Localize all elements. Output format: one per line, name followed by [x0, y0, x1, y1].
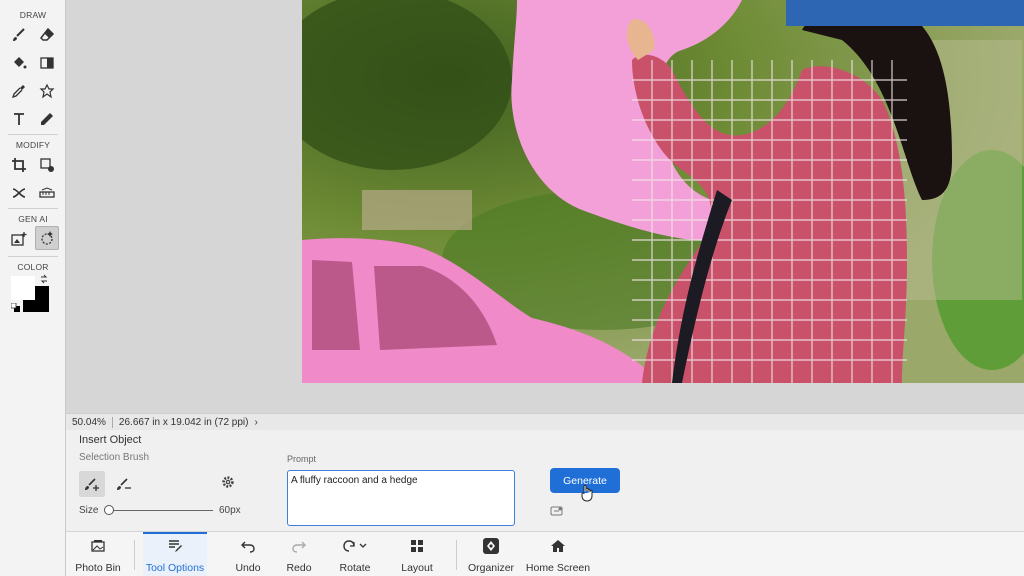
brush-plus-icon: [85, 478, 99, 491]
eraser-tool[interactable]: [35, 23, 59, 47]
prompt-label: Prompt: [287, 454, 317, 464]
tool-options-label: Tool Options: [145, 562, 205, 574]
divider: [8, 208, 58, 209]
crop-tool[interactable]: [7, 153, 31, 177]
photo-content: [302, 0, 1024, 383]
tools-panel: DRAW MODIFY GEN AI COLOR: [0, 0, 66, 413]
recompose-icon: [40, 158, 54, 172]
tool-options-button[interactable]: Tool Options: [143, 532, 207, 576]
hand-cursor-icon: [581, 484, 593, 502]
rotate-icon: [343, 540, 367, 552]
undo-icon: [241, 541, 255, 553]
organizer-label: Organizer: [467, 562, 515, 574]
size-label: Size: [79, 505, 99, 516]
toolbox-footer: [0, 413, 66, 576]
insert-object-tool[interactable]: [35, 226, 59, 250]
organizer-button[interactable]: Organizer: [464, 532, 518, 576]
brush-icon: [13, 28, 25, 41]
gear-icon: [222, 476, 234, 488]
default-colors-icon[interactable]: [11, 303, 20, 312]
crop-icon: [12, 158, 26, 172]
photo-bin-label: Photo Bin: [75, 562, 121, 574]
section-color-label: COLOR: [17, 262, 49, 272]
gradient-icon: [40, 57, 54, 69]
brush-tool[interactable]: [7, 23, 31, 47]
undo-button[interactable]: Undo: [224, 532, 272, 576]
move-arrows-icon: [12, 188, 26, 198]
credits-badge-icon: [550, 506, 563, 516]
photo-bin-icon: [91, 540, 105, 552]
foreground-color-swatch[interactable]: [11, 276, 35, 300]
redo-icon: [292, 541, 306, 553]
eyedropper-icon: [11, 85, 25, 99]
custom-shape-tool[interactable]: [35, 79, 59, 103]
status-bar: 50.04% 26.667 in x 19.042 in (72 ppi) ›: [66, 413, 1024, 430]
pencil-tool[interactable]: [35, 107, 59, 131]
pencil-icon: [41, 113, 53, 125]
gradient-tool[interactable]: [35, 51, 59, 75]
content-aware-move-tool[interactable]: [7, 181, 31, 205]
selection-brush-label: Selection Brush: [79, 452, 150, 463]
lasso-sparkle-icon: [41, 231, 53, 245]
straighten-tool[interactable]: [35, 181, 59, 205]
photo-bin-button[interactable]: Photo Bin: [66, 532, 130, 576]
section-draw-label: DRAW: [19, 10, 47, 20]
document-size: 26.667 in x 19.042 in (72 ppi): [118, 416, 249, 428]
brush-settings-button[interactable]: [215, 469, 241, 495]
layout-icon: [411, 540, 423, 552]
divider: [8, 256, 58, 257]
generative-fill-tool[interactable]: [7, 227, 31, 251]
size-value: 60px: [219, 505, 241, 516]
recompose-tool[interactable]: [35, 153, 59, 177]
straighten-icon: [39, 187, 55, 198]
undo-label: Undo: [235, 562, 261, 574]
type-icon: [14, 113, 24, 125]
paint-bucket-icon: [14, 57, 27, 69]
divider: [456, 540, 457, 570]
status-expand-chevron-icon[interactable]: ›: [254, 417, 257, 428]
redo-button[interactable]: Redo: [275, 532, 323, 576]
rotate-button[interactable]: Rotate: [329, 532, 381, 576]
rotate-label: Rotate: [339, 562, 371, 574]
eraser-icon: [40, 27, 55, 41]
overlay-banner: [786, 0, 1024, 26]
color-swatches[interactable]: [11, 274, 51, 312]
home-screen-button[interactable]: Home Screen: [525, 532, 591, 576]
paint-bucket-tool[interactable]: [7, 51, 31, 75]
custom-shape-icon: [39, 83, 55, 99]
prompt-input[interactable]: A fluffy raccoon and a hedge: [287, 470, 515, 526]
swap-colors-icon[interactable]: [39, 274, 49, 284]
size-slider-handle[interactable]: [104, 505, 114, 515]
tool-options-icon: [169, 540, 182, 552]
layout-label: Layout: [401, 562, 433, 574]
divider: [8, 134, 58, 135]
brush-minus-icon: [117, 478, 131, 490]
divider: [111, 416, 113, 428]
redo-label: Redo: [286, 562, 312, 574]
home-screen-label: Home Screen: [525, 562, 591, 574]
organizer-icon: [483, 538, 499, 554]
document-image[interactable]: [302, 0, 1024, 383]
generative-fill-icon: [11, 232, 27, 246]
section-modify-label: MODIFY: [15, 140, 51, 150]
add-selection-brush-button[interactable]: [79, 471, 105, 497]
type-tool[interactable]: [7, 107, 31, 131]
subtract-selection-brush-button[interactable]: [111, 471, 137, 497]
zoom-level: 50.04%: [72, 416, 106, 428]
size-slider-track[interactable]: [109, 510, 213, 511]
layout-button[interactable]: Layout: [392, 532, 442, 576]
home-icon: [551, 540, 565, 552]
eyedropper-tool[interactable]: [7, 79, 31, 103]
divider: [134, 540, 135, 570]
tool-options-panel: Insert Object Selection Brush Size 60px …: [66, 430, 1024, 531]
bottom-bar: Photo Bin Tool Options Undo Redo Rotate …: [66, 531, 1024, 576]
section-gen-ai-label: GEN AI: [18, 214, 48, 224]
options-title: Insert Object: [79, 434, 142, 446]
